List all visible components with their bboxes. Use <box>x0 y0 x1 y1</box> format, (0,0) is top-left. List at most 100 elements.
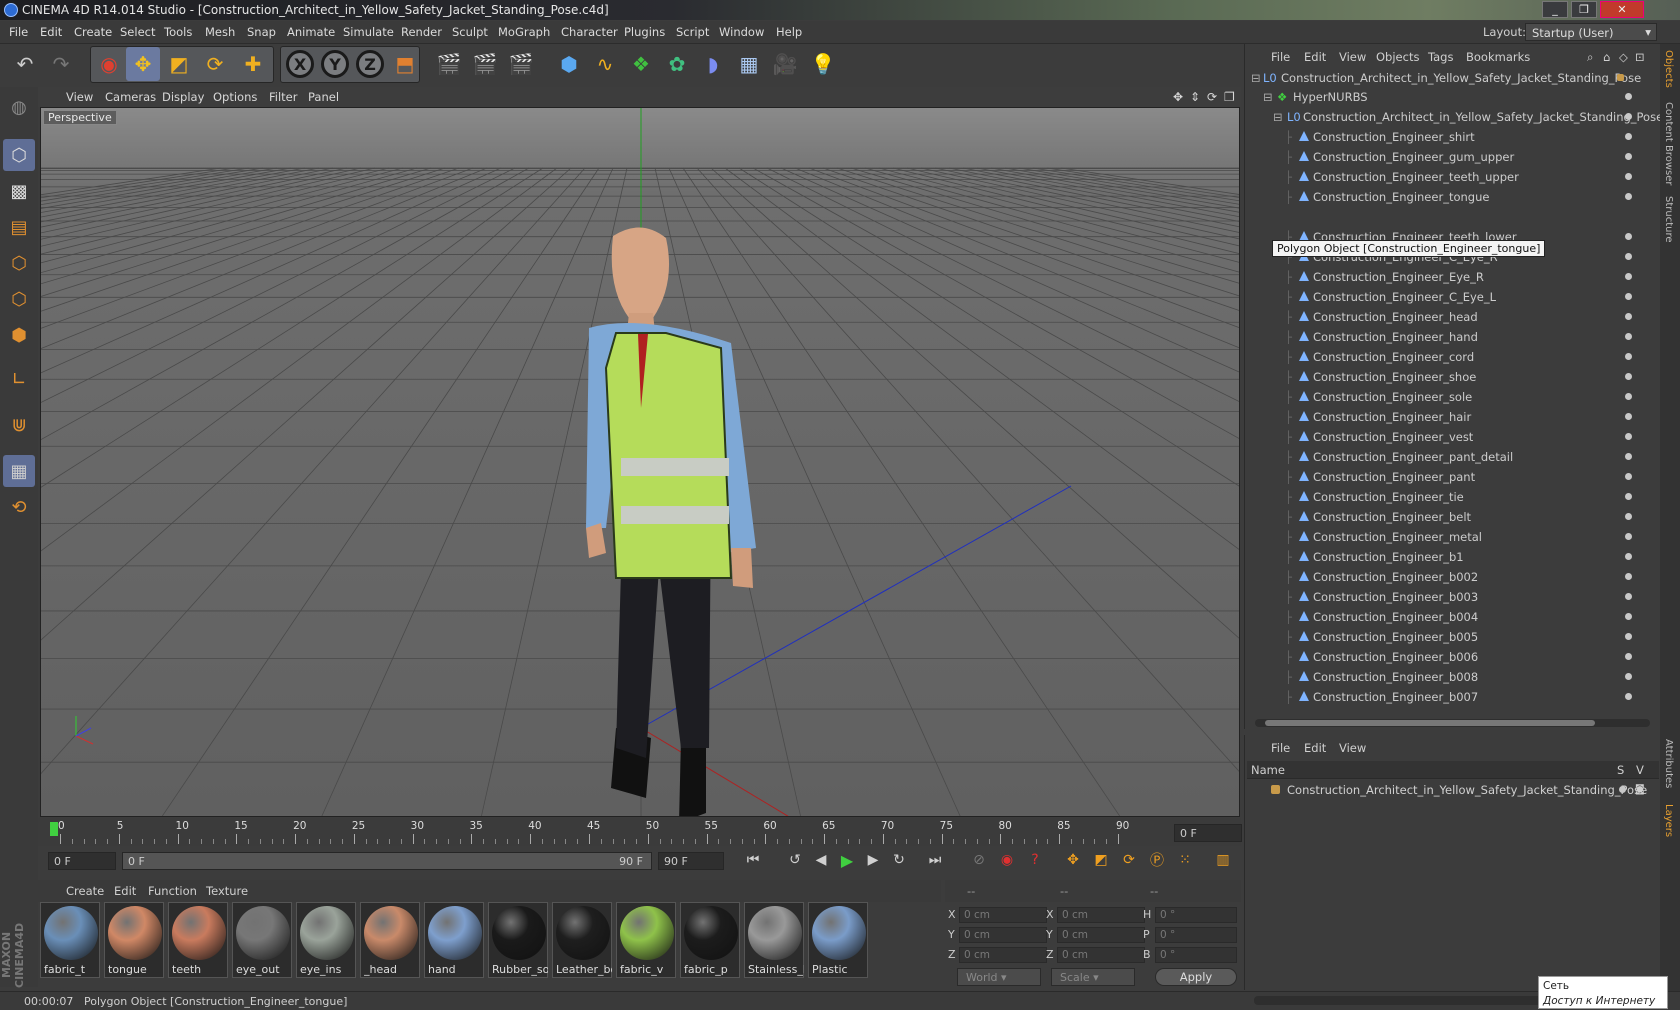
side-tab-structure[interactable]: Structure <box>1663 196 1674 243</box>
key-scale-button[interactable]: ◩ <box>1088 846 1114 874</box>
visibility-dot-icon[interactable] <box>1625 173 1632 180</box>
material-swatch[interactable]: teeth <box>168 902 228 978</box>
visibility-dot-icon[interactable] <box>1625 333 1632 340</box>
material-menu-create[interactable]: Create <box>66 884 104 898</box>
menu-script[interactable]: Script <box>676 25 709 39</box>
visibility-dot-icon[interactable] <box>1625 93 1632 100</box>
visibility-dot-icon[interactable] <box>1625 513 1632 520</box>
menu-edit[interactable]: Edit <box>40 25 62 39</box>
viewport-menu-filter[interactable]: Filter <box>269 90 297 104</box>
coordinate-system-button[interactable]: ⬒ <box>388 47 422 81</box>
visibility-dot-icon[interactable] <box>1625 413 1632 420</box>
add-array-button[interactable]: ✿ <box>660 47 694 81</box>
close-button[interactable]: ✕ <box>1600 1 1644 18</box>
recent-tool-button[interactable]: ✚ <box>236 47 270 81</box>
key-parameter-button[interactable]: Ⓟ <box>1144 846 1170 874</box>
add-camera-button[interactable]: 🎥 <box>768 47 802 81</box>
material-swatch[interactable]: fabric_t <box>40 902 100 978</box>
visibility-dot-icon[interactable] <box>1625 553 1632 560</box>
viewport-menu-panel[interactable]: Panel <box>308 90 339 104</box>
tree-object-row[interactable]: ├ Construction_Engineer_head <box>1247 307 1637 327</box>
add-cube-button[interactable]: ⬢ <box>552 47 586 81</box>
viewport-menu-view[interactable]: View <box>66 90 93 104</box>
visibility-dot-icon[interactable] <box>1625 393 1632 400</box>
render-settings-button[interactable]: 🎬 <box>504 47 538 81</box>
layers-menu-edit[interactable]: Edit <box>1304 741 1326 755</box>
tree-object-row[interactable]: ├ Construction_Engineer_tie <box>1247 487 1637 507</box>
visibility-dot-icon[interactable] <box>1625 253 1632 260</box>
menu-mesh[interactable]: Mesh <box>205 25 235 39</box>
workplane-lock-button[interactable]: ▦ <box>3 455 35 487</box>
objects-menu-tags[interactable]: Tags <box>1428 50 1453 64</box>
tree-root-row[interactable]: ⊟ L0 Construction_Architect_in_Yellow_Sa… <box>1247 68 1641 88</box>
model-mode-button[interactable]: ⬡ <box>3 139 35 171</box>
objects-menu-view[interactable]: View <box>1339 50 1366 64</box>
viewport-camera-label[interactable]: Perspective <box>43 110 117 125</box>
position-y-input[interactable]: 0 cm <box>959 927 1047 943</box>
key-rotation-button[interactable]: ⟳ <box>1116 846 1142 874</box>
visibility-dot-icon[interactable] <box>1625 693 1632 700</box>
material-swatch[interactable]: _head <box>360 902 420 978</box>
material-swatch[interactable]: tongue <box>104 902 164 978</box>
workplane-mode-button[interactable]: ▤ <box>3 211 35 243</box>
minimize-button[interactable]: _ <box>1542 1 1568 18</box>
material-swatch[interactable]: fabric_v <box>616 902 676 978</box>
side-tab-layers[interactable]: Layers <box>1663 804 1674 837</box>
menu-render[interactable]: Render <box>401 25 442 39</box>
material-swatch[interactable]: fabric_p <box>680 902 740 978</box>
go-to-start-button[interactable]: ⏮ <box>740 846 766 874</box>
material-swatch[interactable]: Stainless_h <box>744 902 804 978</box>
menu-plugins[interactable]: Plugins <box>624 25 665 39</box>
visibility-dot-icon[interactable] <box>1625 113 1632 120</box>
edges-mode-button[interactable]: ⬡ <box>3 283 35 315</box>
size-x-input[interactable]: 0 cm <box>1057 907 1145 923</box>
current-frame-field[interactable]: 0 F <box>1174 824 1242 842</box>
object-manager-scrollbar[interactable] <box>1255 719 1650 727</box>
rotation-p-input[interactable]: 0 ° <box>1155 927 1237 943</box>
x-axis-button[interactable]: X <box>283 47 317 81</box>
tree-object-row[interactable]: ├ Construction_Engineer_C_Eye_L <box>1247 287 1637 307</box>
redo-button[interactable]: ↷ <box>44 47 78 81</box>
rotation-h-input[interactable]: 0 ° <box>1155 907 1237 923</box>
rotation-b-input[interactable]: 0 ° <box>1155 947 1237 963</box>
menu-simulate[interactable]: Simulate <box>343 25 394 39</box>
visibility-dot-icon[interactable] <box>1625 573 1632 580</box>
add-deformer-button[interactable]: ◗ <box>696 47 730 81</box>
visibility-dot-icon[interactable] <box>1625 453 1632 460</box>
go-to-end-button[interactable]: ⏭ <box>922 846 948 874</box>
visibility-dot-icon[interactable] <box>1625 273 1632 280</box>
layers-menu-view[interactable]: View <box>1339 741 1366 755</box>
rotate-tool-button[interactable]: ⟳ <box>198 47 232 81</box>
menu-tools[interactable]: Tools <box>164 25 192 39</box>
tree-object-row[interactable]: ├ Construction_Engineer_pant <box>1247 467 1637 487</box>
visibility-dot-icon[interactable] <box>1625 233 1632 240</box>
layer-solo-icon[interactable] <box>1619 786 1626 793</box>
tree-object-row[interactable]: ├ Construction_Engineer_cord <box>1247 347 1637 367</box>
menu-snap[interactable]: Snap <box>247 25 276 39</box>
tree-object-row[interactable]: ├ Construction_Engineer_pant_detail <box>1247 447 1637 467</box>
scale-tool-button[interactable]: ◩ <box>162 47 196 81</box>
objects-menu-objects[interactable]: Objects <box>1376 50 1419 64</box>
layout-select[interactable]: Startup (User) ▾ <box>1525 23 1657 41</box>
tree-object-row[interactable]: ├ Construction_Engineer_Eye_R <box>1247 267 1637 287</box>
viewport-menu-cameras[interactable]: Cameras <box>105 90 156 104</box>
next-key-button[interactable]: ↻ <box>886 846 912 874</box>
viewport-zoom-icon[interactable]: ⇕ <box>1190 90 1200 104</box>
menu-animate[interactable]: Animate <box>287 25 335 39</box>
size-z-input[interactable]: 0 cm <box>1057 947 1145 963</box>
visibility-dot-icon[interactable] <box>1625 193 1632 200</box>
menu-create[interactable]: Create <box>74 25 112 39</box>
visibility-dot-icon[interactable] <box>1625 533 1632 540</box>
expand-toggle-icon[interactable]: ⊟ <box>1251 71 1261 85</box>
side-tab-attributes[interactable]: Attributes <box>1663 739 1674 788</box>
size-y-input[interactable]: 0 cm <box>1057 927 1145 943</box>
points-mode-button[interactable]: ⬡ <box>3 247 35 279</box>
expand-toggle-icon[interactable]: ⊟ <box>1263 90 1273 104</box>
move-tool-button[interactable]: ✥ <box>126 47 160 81</box>
tree-object-row[interactable]: ├ Construction_Engineer_hand <box>1247 327 1637 347</box>
tree-object-row[interactable]: ├ Construction_Engineer_b005 <box>1247 627 1637 647</box>
material-menu-edit[interactable]: Edit <box>114 884 136 898</box>
render-view-button[interactable]: 🎬 <box>432 47 466 81</box>
viewport-rotate-icon[interactable]: ⟳ <box>1207 90 1217 104</box>
timeline-ruler[interactable]: 0 5 10 15 20 25 30 35 40 45 50 55 60 65 70 75 80 85 90 0 F <box>38 818 1242 846</box>
